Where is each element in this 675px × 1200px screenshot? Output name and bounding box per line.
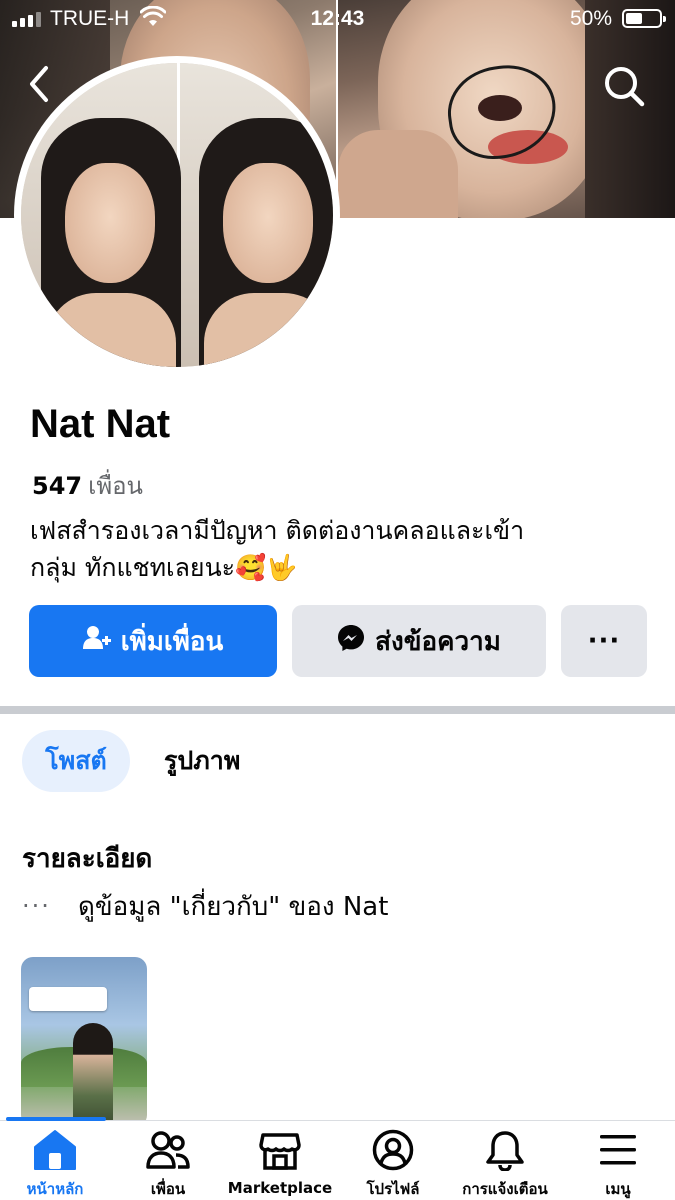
menu-icon xyxy=(596,1129,640,1171)
more-dots-icon: ··· xyxy=(22,892,51,920)
battery-percent: 50% xyxy=(570,7,613,30)
profile-name: Nat Nat xyxy=(30,402,171,446)
nav-home[interactable]: หน้าหลัก xyxy=(0,1129,110,1200)
profile-icon xyxy=(371,1129,415,1171)
details-heading: รายละเอียด xyxy=(22,844,153,874)
bio-line: เฟสสำรองเวลามีปัญหา ติดต่องานคลอและเข้า xyxy=(30,516,525,545)
friends-icon xyxy=(146,1129,190,1171)
post-thumbnail-card xyxy=(29,987,107,1011)
friend-count[interactable]: 547 เพื่อน xyxy=(32,466,143,505)
marketplace-icon xyxy=(258,1129,302,1173)
tab-posts[interactable]: โพสต์ xyxy=(22,730,130,792)
nav-label: หน้าหลัก xyxy=(26,1180,84,1198)
search-button[interactable] xyxy=(600,62,648,110)
friend-count-label: เพื่อน xyxy=(88,472,143,500)
add-friend-label: เพิ่มเพื่อน xyxy=(120,626,224,657)
more-dots-icon: ··· xyxy=(587,626,621,656)
about-link[interactable]: ··· ดูข้อมูล "เกี่ยวกับ" ของ Nat xyxy=(22,884,388,928)
nav-profile[interactable]: โปรไฟล์ xyxy=(338,1129,448,1200)
battery-icon xyxy=(622,9,666,28)
profile-bio: เฟสสำรองเวลามีปัญหา ติดต่องานคลอและเข้า … xyxy=(30,512,630,586)
nav-label: เพื่อน xyxy=(150,1180,186,1198)
tab-photos[interactable]: รูปภาพ xyxy=(164,730,240,792)
bottom-nav: หน้าหลัก เพื่อน Marketplace โปรไฟล์ การแ… xyxy=(0,1117,675,1200)
bio-line: กลุ่ม ทักแชทเลยนะ🥰🤟 xyxy=(30,553,298,582)
section-divider xyxy=(0,706,675,714)
nav-label: การแจ้งเตือน xyxy=(462,1180,548,1198)
home-icon xyxy=(33,1129,77,1171)
add-friend-icon xyxy=(82,625,111,658)
about-link-label: ดูข้อมูล "เกี่ยวกับ" ของ Nat xyxy=(78,891,389,922)
friend-count-number: 547 xyxy=(32,472,83,500)
message-label: ส่งข้อความ xyxy=(375,626,501,657)
profile-picture[interactable] xyxy=(14,56,340,374)
active-tab-indicator xyxy=(6,1117,106,1121)
nav-label: Marketplace xyxy=(227,1179,333,1197)
add-friend-button[interactable]: เพิ่มเพื่อน xyxy=(29,605,277,677)
nav-friends[interactable]: เพื่อน xyxy=(113,1129,223,1200)
message-button[interactable]: ส่งข้อความ xyxy=(292,605,546,677)
post-thumbnail[interactable] xyxy=(21,957,147,1127)
nav-notifications[interactable]: การแจ้งเตือน xyxy=(450,1129,560,1200)
more-options-button[interactable]: ··· xyxy=(561,605,647,677)
nav-label: โปรไฟล์ xyxy=(366,1180,420,1198)
nav-menu[interactable]: เมนู xyxy=(563,1129,673,1200)
search-icon xyxy=(600,67,648,114)
bell-icon xyxy=(483,1129,527,1171)
messenger-icon xyxy=(337,624,365,659)
nav-marketplace[interactable]: Marketplace xyxy=(225,1129,335,1200)
nav-label: เมนู xyxy=(605,1180,631,1198)
status-bar: TRUE-H 12:43 50% xyxy=(0,0,675,40)
